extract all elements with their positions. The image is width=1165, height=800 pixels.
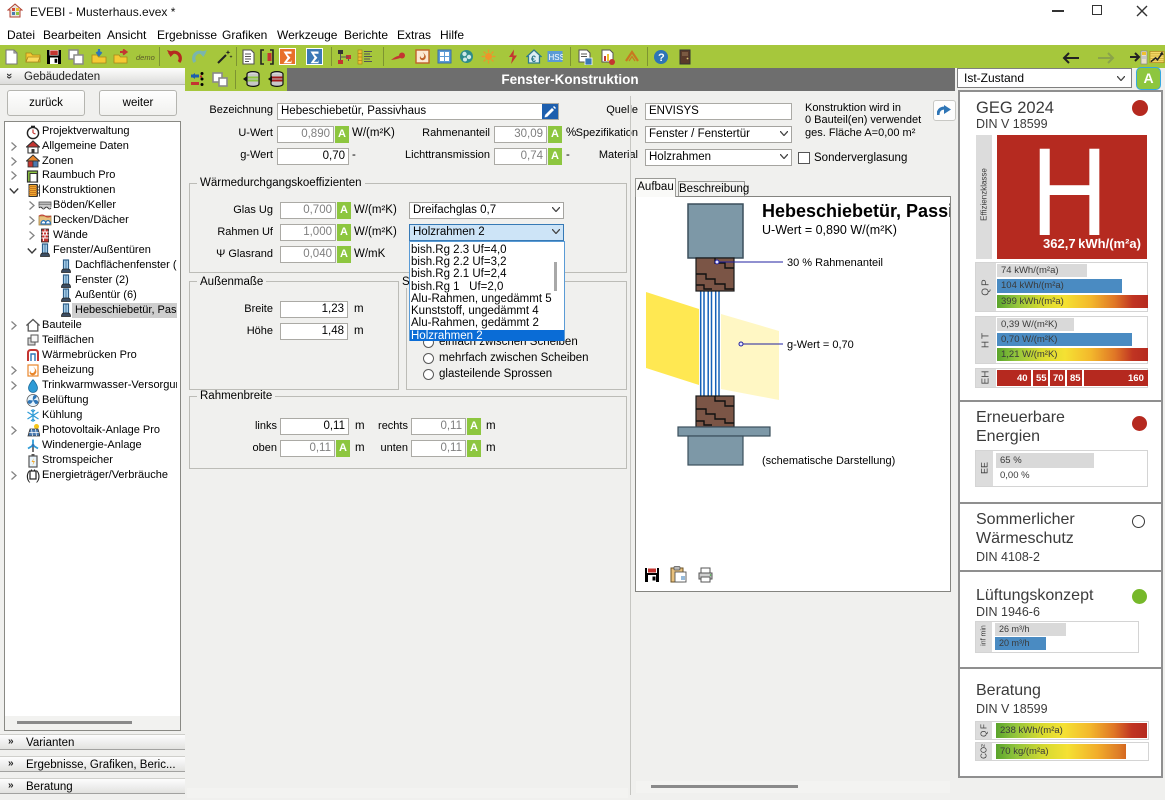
svg-text:g-Wert = 0,70: g-Wert = 0,70 bbox=[787, 339, 854, 351]
svg-text:30 % Rahmenanteil: 30 % Rahmenanteil bbox=[787, 257, 883, 269]
svg-text:HSS: HSS bbox=[549, 53, 564, 62]
svg-text:?: ? bbox=[658, 52, 665, 64]
svg-text:(schematische Darstellung): (schematische Darstellung) bbox=[762, 455, 895, 467]
svg-text:): ) bbox=[36, 468, 40, 483]
svg-text:€: € bbox=[531, 54, 536, 64]
